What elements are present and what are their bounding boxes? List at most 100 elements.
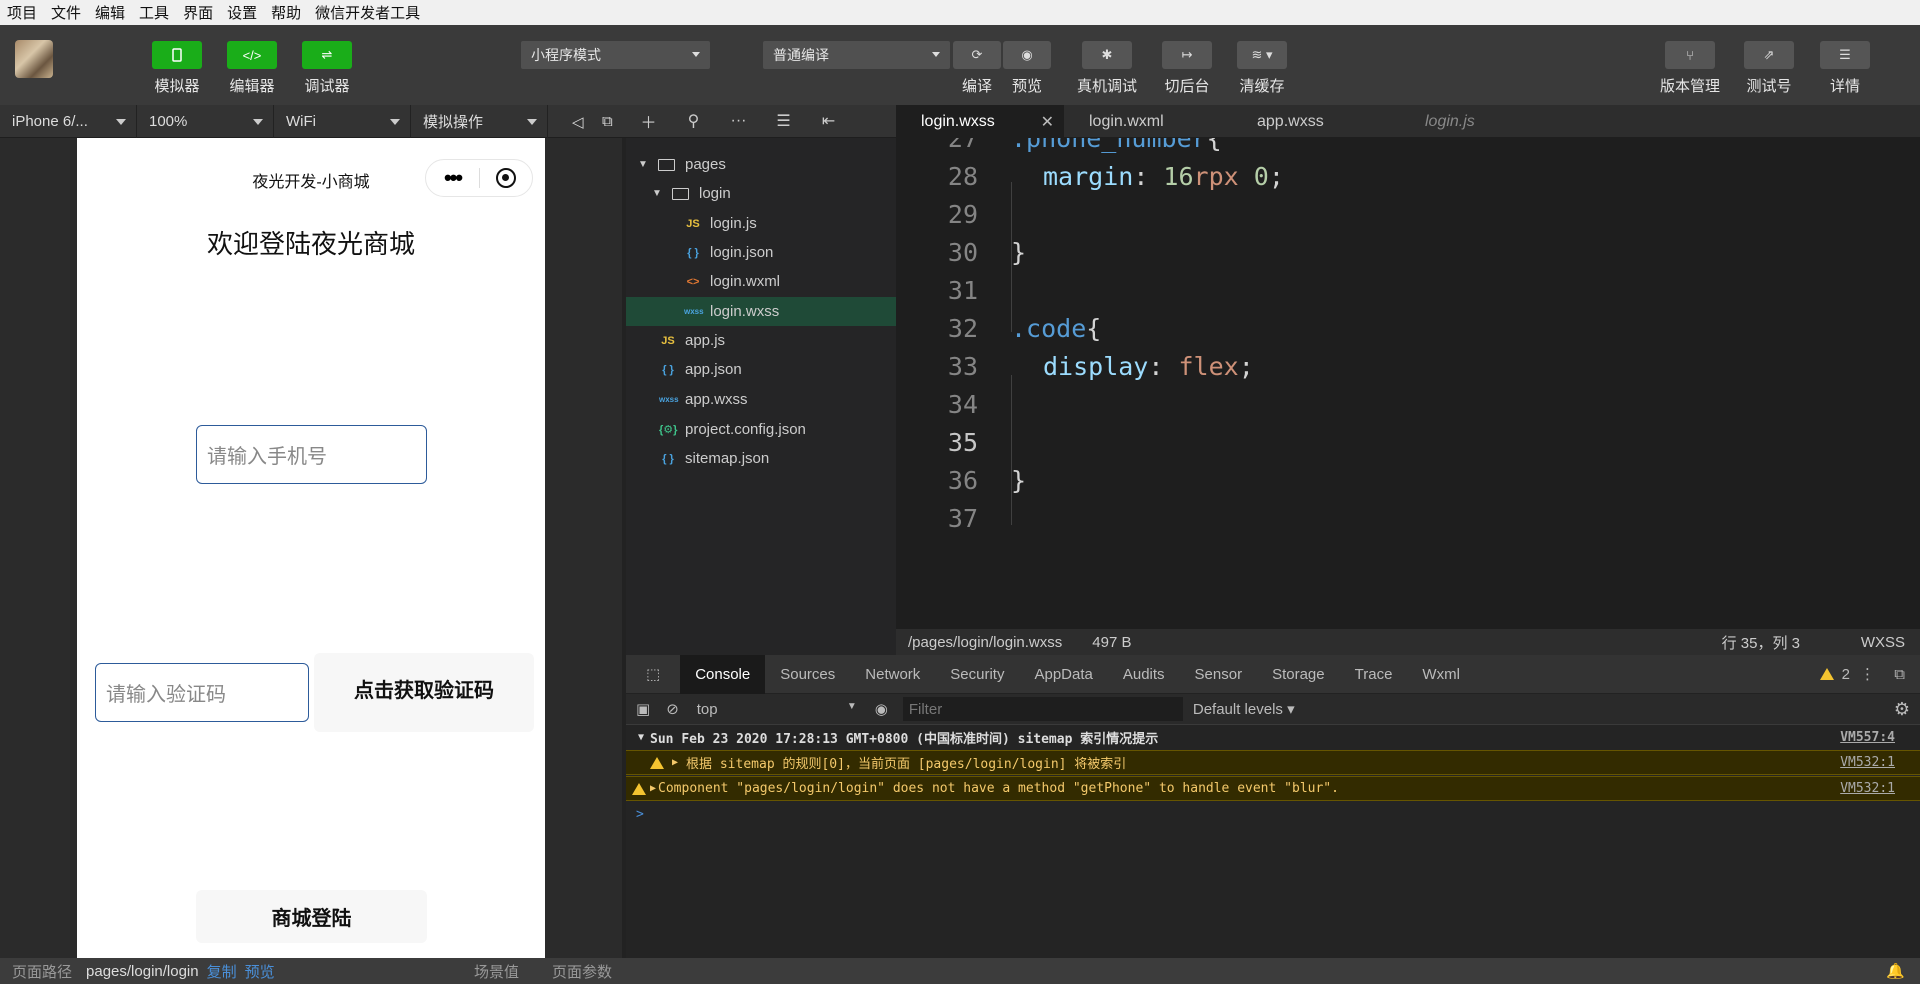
- tab-login-wxss[interactable]: login.wxss ✕: [896, 105, 1064, 138]
- menu-file[interactable]: 文件: [44, 2, 88, 23]
- tree-file-login-js[interactable]: JS login.js: [626, 209, 896, 238]
- tab-sensor[interactable]: Sensor: [1180, 655, 1258, 694]
- language-mode[interactable]: WXSS: [1861, 634, 1905, 651]
- console-warning[interactable]: ▶ 根据 sitemap 的规则[0]，当前页面 [pages/login/lo…: [626, 750, 1920, 775]
- get-code-button[interactable]: 点击获取验证码: [314, 653, 534, 732]
- close-capsule-icon[interactable]: [480, 168, 532, 188]
- json-file-icon: { }: [662, 363, 674, 376]
- filter-input[interactable]: Filter: [902, 697, 1183, 721]
- gear-icon[interactable]: ⚙: [1894, 699, 1910, 720]
- wxss-file-icon: wxss: [659, 395, 679, 404]
- avatar[interactable]: [15, 40, 53, 78]
- editor-button[interactable]: </> 编辑器: [222, 41, 282, 96]
- tree-file-project-config[interactable]: {⚙} project.config.json: [626, 415, 896, 444]
- simulator-area: 夜光开发-小商城 ••• 欢迎登陆夜光商城 请输入手机号 请输入验证码 点击获取…: [0, 138, 622, 958]
- code-line: 31: [947, 275, 978, 305]
- code-line: 37: [947, 503, 978, 533]
- console-prompt[interactable]: >: [626, 802, 1920, 827]
- params-button[interactable]: 页面参数: [552, 961, 612, 982]
- test-account-button[interactable]: ⇗ 测试号: [1739, 41, 1799, 96]
- tab-login-js[interactable]: login.js: [1400, 105, 1568, 138]
- remote-debug-button[interactable]: ✱ 真机调试: [1077, 41, 1137, 96]
- tree-file-app-wxss[interactable]: wxss app.wxss: [626, 385, 896, 414]
- scene-button[interactable]: 场景值: [474, 961, 519, 982]
- details-button[interactable]: ☰ 详情: [1815, 41, 1875, 96]
- menu-settings[interactable]: 设置: [220, 2, 264, 23]
- menu-tools[interactable]: 工具: [132, 2, 176, 23]
- folder-icon: [658, 158, 675, 171]
- tree-file-app-json[interactable]: { } app.json: [626, 355, 896, 384]
- sidebar-toggle-icon[interactable]: ▣: [636, 700, 650, 718]
- mute-icon[interactable]: ◁: [560, 105, 590, 138]
- capsule-menu[interactable]: •••: [425, 159, 533, 197]
- zoom-select[interactable]: 100%: [137, 105, 274, 138]
- console-warning[interactable]: ▶ Component "pages/login/login" does not…: [626, 776, 1920, 801]
- more-icon[interactable]: •••: [426, 167, 479, 189]
- window-icon[interactable]: ⧉: [590, 105, 622, 138]
- file-tree-panel: ＋ ⚲ ··· ☰ ⇤ ▼ pages ▼ login JS login.js { }…: [626, 105, 896, 655]
- code-line: 30 }: [947, 237, 1027, 267]
- caret-down-icon: [253, 119, 263, 125]
- tree-file-app-js[interactable]: JS app.js: [626, 326, 896, 355]
- code-editor[interactable]: 27 .phone_number{ 28 margin: 16rpx 0; 29…: [896, 138, 1920, 628]
- menu-help[interactable]: 帮助: [264, 2, 308, 23]
- tree-folder-login[interactable]: ▼ login: [626, 179, 896, 208]
- tab-console[interactable]: Console: [680, 654, 766, 694]
- eye-icon[interactable]: ◉: [875, 700, 888, 718]
- context-select[interactable]: top ▼: [697, 701, 857, 718]
- menu-view[interactable]: 界面: [176, 2, 220, 23]
- copy-link[interactable]: 复制: [207, 961, 237, 982]
- verification-code-input[interactable]: 请输入验证码: [95, 663, 309, 722]
- tab-appdata[interactable]: AppData: [1019, 655, 1107, 694]
- menu-edit[interactable]: 编辑: [88, 2, 132, 23]
- clear-cache-button[interactable]: ≋ ▾ 清缓存: [1232, 41, 1292, 96]
- tab-trace[interactable]: Trace: [1340, 655, 1408, 694]
- tab-sources[interactable]: Sources: [765, 655, 850, 694]
- cursor-position[interactable]: 行 35，列 3: [1722, 632, 1800, 653]
- warning-count[interactable]: 2: [1810, 666, 1850, 683]
- tab-wxml[interactable]: Wxml: [1407, 655, 1475, 694]
- background-button[interactable]: ↦ 切后台: [1157, 41, 1217, 96]
- tree-folder-pages[interactable]: ▼ pages: [626, 150, 896, 179]
- clear-icon[interactable]: ⊘: [666, 700, 679, 718]
- sim-ops-select[interactable]: 模拟操作: [411, 105, 548, 138]
- bell-icon[interactable]: 🔔: [1886, 962, 1905, 980]
- network-select[interactable]: WiFi: [274, 105, 411, 138]
- more-icon[interactable]: ···: [716, 112, 761, 130]
- menu-project[interactable]: 项目: [0, 2, 44, 23]
- tab-network[interactable]: Network: [850, 655, 935, 694]
- tree-file-login-wxss[interactable]: wxss login.wxss: [626, 297, 896, 326]
- version-mgmt-button[interactable]: ⑂ 版本管理: [1660, 41, 1720, 96]
- device-select[interactable]: iPhone 6/...: [0, 105, 137, 138]
- tab-login-wxml[interactable]: login.wxml: [1064, 105, 1232, 138]
- tree-file-login-json[interactable]: { } login.json: [626, 238, 896, 267]
- add-icon[interactable]: ＋: [626, 109, 671, 133]
- levels-select[interactable]: Default levels ▾: [1193, 700, 1295, 718]
- preview-link[interactable]: 预览: [245, 961, 275, 982]
- compile-select[interactable]: 普通编译: [763, 41, 950, 69]
- tab-security[interactable]: Security: [935, 655, 1019, 694]
- warning-icon: [632, 782, 646, 795]
- simulator-button[interactable]: 模拟器: [147, 41, 207, 96]
- menu-devtools[interactable]: 微信开发者工具: [308, 2, 427, 23]
- inspect-icon[interactable]: ⬚: [626, 655, 680, 694]
- tab-storage[interactable]: Storage: [1257, 655, 1340, 694]
- tree-file-sitemap[interactable]: { } sitemap.json: [626, 444, 896, 473]
- undock-icon[interactable]: ⧉: [1894, 666, 1905, 683]
- console-group-header[interactable]: ▼ Sun Feb 23 2020 17:28:13 GMT+0800 (中国标…: [626, 725, 1920, 750]
- phone-number-input[interactable]: 请输入手机号: [196, 425, 427, 484]
- login-button[interactable]: 商城登陆: [196, 890, 427, 943]
- tree-file-login-wxml[interactable]: <> login.wxml: [626, 267, 896, 296]
- expand-icon: ▼: [652, 188, 662, 199]
- mode-select[interactable]: 小程序模式: [521, 41, 710, 69]
- debugger-button[interactable]: ⇌ 调试器: [297, 41, 357, 96]
- close-icon[interactable]: ✕: [1041, 112, 1054, 132]
- tab-app-wxss[interactable]: app.wxss: [1232, 105, 1400, 138]
- kebab-icon[interactable]: ⋮: [1860, 665, 1875, 683]
- collapse-icon[interactable]: ☰: [761, 111, 806, 131]
- tab-audits[interactable]: Audits: [1108, 655, 1180, 694]
- search-icon[interactable]: ⚲: [671, 111, 716, 131]
- js-file-icon: JS: [686, 217, 700, 230]
- split-icon[interactable]: ⇤: [806, 111, 851, 131]
- preview-button[interactable]: ◉ 预览: [997, 41, 1057, 96]
